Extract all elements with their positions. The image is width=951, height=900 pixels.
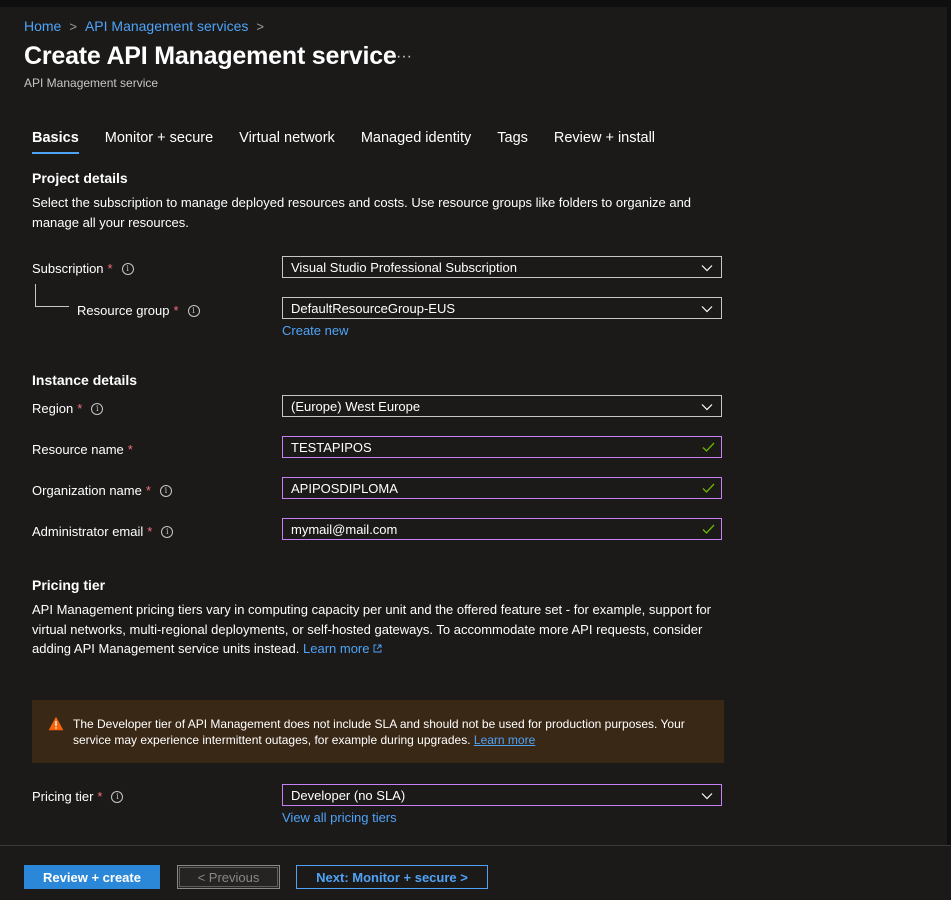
top-strip (0, 0, 951, 7)
organization-name-label: Organization name * i (32, 483, 172, 498)
info-icon[interactable]: i (159, 484, 172, 497)
project-details-heading: Project details (32, 170, 128, 186)
resource-name-input[interactable]: TESTAPIPOS (282, 436, 722, 458)
right-edge (947, 0, 951, 899)
warning-icon (48, 716, 64, 731)
resource-group-label-text: Resource group (77, 303, 170, 318)
resource-group-dropdown[interactable]: DefaultResourceGroup-EUS (282, 297, 722, 319)
region-label-text: Region (32, 401, 74, 416)
developer-tier-warning: The Developer tier of API Management doe… (32, 700, 724, 763)
learn-more-link[interactable]: Learn more (303, 641, 369, 656)
project-details-description: Select the subscription to manage deploy… (32, 195, 692, 230)
admin-email-input[interactable]: mymail@mail.com (282, 518, 722, 540)
external-link-icon (373, 644, 382, 653)
tab-basics[interactable]: Basics (32, 130, 79, 154)
view-all-pricing-tiers-link[interactable]: View all pricing tiers (282, 810, 397, 825)
breadcrumb: Home > API Management services > (24, 18, 272, 34)
pricing-tier-heading: Pricing tier (32, 577, 106, 593)
page-subtitle: API Management service (24, 76, 159, 90)
organization-name-input[interactable]: APIPOSDIPLOMA (282, 477, 722, 499)
region-label: Region * i (32, 401, 104, 416)
review-create-button[interactable]: Review + create (24, 865, 160, 889)
subscription-value: Visual Studio Professional Subscription (291, 259, 517, 275)
tab-virtual-network[interactable]: Virtual network (239, 130, 335, 152)
chevron-down-icon (701, 404, 713, 411)
info-icon[interactable]: i (161, 525, 174, 538)
required-marker: * (77, 401, 83, 416)
organization-name-value: APIPOSDIPLOMA (291, 480, 398, 496)
chevron-down-icon (701, 793, 713, 800)
required-marker: * (127, 442, 133, 457)
pricing-tier-label: Pricing tier * i (32, 789, 124, 804)
page-title: Create API Management service (24, 42, 397, 70)
required-marker: * (173, 303, 179, 318)
tab-managed-identity[interactable]: Managed identity (361, 130, 471, 152)
warning-learn-more-link[interactable]: Learn more (474, 733, 535, 747)
checkmark-icon (702, 442, 715, 452)
pricing-tier-label-text: Pricing tier (32, 789, 94, 804)
tab-monitor-secure[interactable]: Monitor + secure (105, 130, 213, 152)
checkmark-icon (702, 524, 715, 534)
chevron-down-icon (701, 306, 713, 313)
pricing-tier-dropdown[interactable]: Developer (no SLA) (282, 784, 722, 806)
required-marker: * (147, 524, 153, 539)
organization-name-label-text: Organization name (32, 483, 142, 498)
pricing-tier-value: Developer (no SLA) (291, 787, 406, 803)
region-dropdown[interactable]: (Europe) West Europe (282, 395, 722, 417)
subscription-label-text: Subscription (32, 261, 104, 276)
create-new-link[interactable]: Create new (282, 323, 348, 338)
tab-review-install[interactable]: Review + install (554, 130, 655, 152)
resource-group-label: Resource group * i (77, 303, 200, 318)
warning-text: The Developer tier of API Management doe… (73, 717, 685, 747)
admin-email-label: Administrator email * i (32, 524, 174, 539)
breadcrumb-separator-icon: > (69, 18, 77, 34)
more-options-icon[interactable]: ··· (396, 48, 412, 66)
tab-bar: Basics Monitor + secure Virtual network … (32, 130, 681, 154)
admin-email-label-text: Administrator email (32, 524, 144, 539)
breadcrumb-separator-icon: > (256, 18, 264, 34)
resource-name-label-text: Resource name (32, 442, 124, 457)
subscription-dropdown[interactable]: Visual Studio Professional Subscription (282, 256, 722, 278)
required-marker: * (107, 261, 113, 276)
pricing-description-text: API Management pricing tiers vary in com… (32, 602, 712, 656)
admin-email-value: mymail@mail.com (291, 521, 398, 537)
pricing-tier-description: API Management pricing tiers vary in com… (32, 600, 722, 659)
resource-group-value: DefaultResourceGroup-EUS (291, 300, 456, 316)
previous-button[interactable]: < Previous (177, 865, 280, 889)
resource-name-label: Resource name * (32, 442, 133, 457)
resource-name-value: TESTAPIPOS (291, 439, 372, 455)
required-marker: * (97, 789, 103, 804)
tree-connector (35, 284, 69, 307)
next-button[interactable]: Next: Monitor + secure > (296, 865, 488, 889)
breadcrumb-api-management-services[interactable]: API Management services (85, 18, 248, 34)
chevron-down-icon (701, 265, 713, 272)
subscription-label: Subscription * i (32, 261, 134, 276)
info-icon[interactable]: i (187, 304, 200, 317)
checkmark-icon (702, 483, 715, 493)
info-icon[interactable]: i (111, 790, 124, 803)
instance-details-heading: Instance details (32, 372, 138, 388)
region-value: (Europe) West Europe (291, 398, 421, 414)
required-marker: * (145, 483, 151, 498)
info-icon[interactable]: i (121, 262, 134, 275)
info-icon[interactable]: i (91, 402, 104, 415)
tab-tags[interactable]: Tags (497, 130, 528, 152)
breadcrumb-home[interactable]: Home (24, 18, 61, 34)
